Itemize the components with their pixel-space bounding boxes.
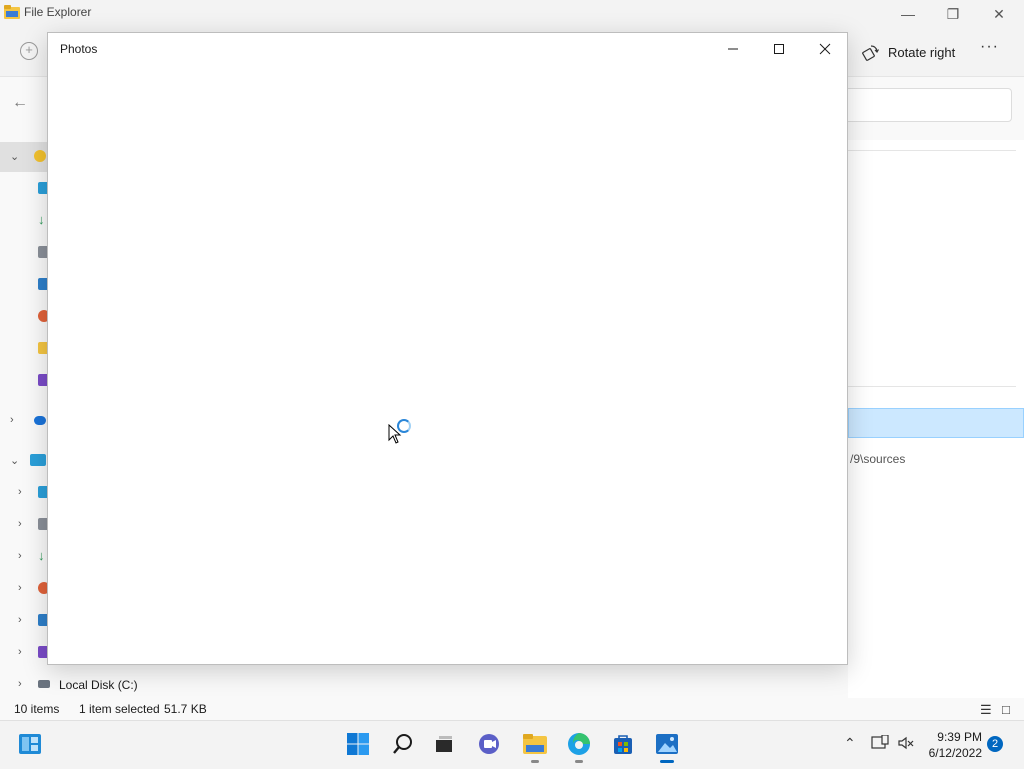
new-icon[interactable]: + [20, 42, 38, 60]
computer-icon [30, 454, 46, 466]
chat-button[interactable] [476, 730, 504, 758]
chevron-right-icon: › [18, 486, 22, 498]
rotate-right-button[interactable]: Rotate right [862, 40, 955, 64]
rotate-right-label: Rotate right [888, 44, 956, 60]
selected-file-row[interactable] [848, 408, 1024, 438]
selection-count: 1 item selected [79, 702, 160, 716]
explorer-close-button[interactable]: ✕ [976, 0, 1022, 28]
search-icon [393, 734, 412, 754]
back-arrow-icon[interactable]: ← [12, 94, 28, 112]
drive-icon [38, 680, 50, 688]
volume-muted-icon[interactable] [897, 735, 915, 751]
notification-badge[interactable]: 2 [987, 736, 1003, 752]
nav-item-local-disk[interactable]: › Local Disk (C:) [0, 670, 160, 700]
tiles-view-icon[interactable]: □ [1002, 702, 1016, 717]
running-indicator [531, 760, 539, 763]
widgets-icon[interactable] [18, 733, 42, 755]
minimize-icon: — [901, 6, 915, 22]
clock-date: 6/12/2022 [928, 746, 982, 760]
task-view-icon [436, 736, 452, 752]
edge-icon [568, 733, 590, 755]
chevron-right-icon: › [18, 646, 22, 658]
running-indicator [575, 760, 583, 763]
content-divider [848, 386, 1016, 387]
restore-icon: ❐ [946, 5, 960, 22]
chevron-right-icon: › [18, 582, 22, 594]
task-view-button[interactable] [430, 730, 458, 758]
explorer-minimize-button[interactable]: — [885, 0, 931, 28]
chevron-right-icon: › [18, 550, 22, 562]
file-path-text: /9\sources [850, 452, 906, 466]
photos-maximize-button[interactable] [756, 33, 802, 65]
edge-button[interactable] [565, 730, 593, 763]
chat-icon [479, 734, 499, 754]
photos-close-button[interactable] [802, 33, 848, 65]
item-count: 10 items [14, 702, 60, 716]
folder-icon [4, 5, 20, 19]
chevron-right-icon: › [18, 614, 22, 626]
selection-size: 51.7 KB [164, 702, 207, 716]
search-button[interactable] [389, 730, 417, 758]
store-button[interactable] [609, 730, 637, 758]
status-bar: 10 items 1 item selected 51.7 KB ☰ □ [0, 698, 1024, 720]
details-view-icon[interactable]: ☰ [980, 702, 994, 717]
chevron-down-icon: ⌄ [10, 151, 20, 163]
file-explorer-taskbar-button[interactable] [521, 730, 549, 763]
more-options-button[interactable]: ··· [980, 38, 999, 56]
clock[interactable]: 9:39 PM 6/12/2022 [916, 729, 982, 761]
network-icon[interactable] [871, 735, 889, 751]
chevron-down-icon: ⌄ [10, 455, 20, 467]
start-button[interactable] [344, 730, 372, 758]
close-icon [819, 43, 831, 55]
folder-icon [523, 734, 547, 754]
star-icon [34, 150, 46, 162]
active-indicator [660, 760, 674, 763]
minimize-icon [728, 48, 738, 50]
explorer-titlebar: File Explorer — ❐ ✕ [0, 0, 1024, 28]
chevron-right-icon: › [18, 678, 22, 690]
chevron-right-icon: › [18, 518, 22, 530]
photos-title: Photos [60, 42, 98, 56]
explorer-title: File Explorer [24, 5, 92, 19]
taskbar: ⌃ 9:39 PM 6/12/2022 2 [0, 720, 1024, 769]
rotate-right-icon [862, 45, 880, 61]
photos-taskbar-button[interactable] [653, 730, 681, 763]
explorer-restore-button[interactable]: ❐ [930, 0, 976, 28]
photos-window: Photos [47, 32, 848, 665]
close-icon: ✕ [993, 5, 1005, 22]
photos-icon [656, 734, 678, 754]
photos-minimize-button[interactable] [710, 33, 756, 65]
windows-logo-icon [347, 733, 369, 755]
nav-item-label: Local Disk (C:) [59, 678, 138, 692]
chevron-right-icon: › [10, 414, 14, 426]
chevron-up-icon[interactable]: ⌃ [844, 735, 856, 752]
mouse-cursor-icon [388, 424, 402, 444]
clock-time: 9:39 PM [937, 730, 982, 744]
content-divider [848, 150, 1016, 151]
maximize-icon [774, 44, 784, 54]
store-icon [614, 735, 632, 754]
cloud-icon [34, 416, 46, 425]
